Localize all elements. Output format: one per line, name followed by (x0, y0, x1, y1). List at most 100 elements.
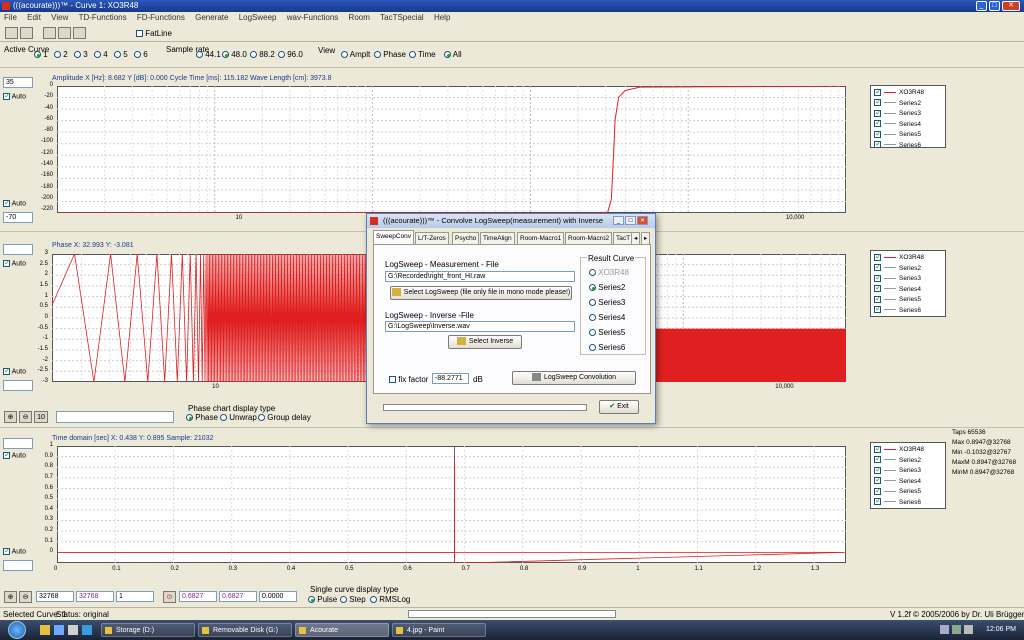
menu-td-functions[interactable]: TD-Functions (79, 13, 127, 22)
fix-factor-field[interactable]: -88.2771 (432, 373, 469, 384)
legend-item[interactable]: Series3 (874, 108, 942, 120)
sample-rate-96[interactable]: 96.0 (278, 50, 303, 59)
close-button[interactable]: ✕ (1002, 1, 1020, 11)
tab-room-macro2[interactable]: Room-Macro2 (565, 232, 613, 244)
result-curve-series2[interactable]: Series2 (589, 283, 625, 292)
time-zoom-in-icon[interactable]: ⊕ (4, 591, 17, 603)
amplitude-chart[interactable] (57, 86, 846, 213)
phase-control-field[interactable] (56, 411, 174, 423)
phase-type-phase[interactable]: Phase (186, 413, 218, 422)
time-field-2[interactable]: 32768 (76, 591, 114, 602)
tab-sweepconv[interactable]: SweepConv (373, 230, 415, 244)
amplitude-top-field[interactable]: 35 (3, 77, 33, 88)
view-phase[interactable]: Phase (374, 50, 406, 59)
inverse-path-field[interactable]: G:\LogSweep\Inverse.wav (385, 321, 575, 332)
zoom-out-icon[interactable]: ⊖ (19, 411, 32, 423)
tab-lt-zeros[interactable]: L/T-Zeros (415, 232, 449, 244)
maximize-button[interactable]: □ (989, 1, 1000, 11)
quicklaunch-icon[interactable] (54, 625, 64, 635)
legend-item[interactable]: Series2 (874, 262, 942, 275)
reset-icon[interactable]: ⊙ (163, 591, 176, 603)
dialog-close-button[interactable]: ✕ (637, 216, 648, 225)
logsweep-convolution-button[interactable]: LogSweep Convolution (512, 371, 636, 385)
active-curve-3[interactable]: 3 (74, 50, 88, 59)
phase-auto-top[interactable]: Auto (3, 258, 26, 267)
view-amplt[interactable]: Amplt (341, 50, 370, 59)
fix-factor-checkbox[interactable] (389, 376, 396, 384)
phase-auto-bottom[interactable]: Auto (3, 366, 26, 375)
result-curve-series3[interactable]: Series3 (589, 298, 625, 307)
menu-fd-functions[interactable]: FD-Functions (137, 13, 185, 22)
fatline-toggle[interactable]: FatLine (136, 29, 172, 38)
view-all[interactable]: All (444, 50, 462, 59)
time-top-field[interactable] (3, 438, 33, 449)
taskbar-item-paint[interactable]: 4.jpg - Paint (392, 623, 486, 637)
time-field-4[interactable]: 0.6827 (179, 591, 217, 602)
tab-psycho[interactable]: Psycho (452, 232, 480, 244)
legend-item[interactable]: Series5 (874, 129, 942, 141)
phase-type-unwrap[interactable]: Unwrap (220, 413, 257, 422)
active-curve-6[interactable]: 6 (134, 50, 148, 59)
menu-file[interactable]: File (4, 13, 17, 22)
phase-zoom-value[interactable]: 10 (34, 411, 48, 423)
legend-item[interactable]: Series2 (874, 97, 942, 110)
sample-rate-48[interactable]: 48.0 (222, 50, 247, 59)
menu-view[interactable]: View (51, 13, 68, 22)
clock[interactable]: 12:06 PM (986, 626, 1016, 633)
amplitude-auto-top[interactable]: Auto (3, 91, 26, 100)
time-auto-bottom[interactable]: Auto (3, 546, 26, 555)
menu-generate[interactable]: Generate (195, 13, 228, 22)
time-bottom-field[interactable] (3, 560, 33, 571)
tray-icon[interactable] (940, 625, 949, 634)
quicklaunch-icon[interactable] (68, 625, 78, 635)
legend-item[interactable]: XO3R48 (874, 252, 942, 264)
dialog-maximize-button[interactable]: □ (625, 216, 636, 225)
legend-item[interactable]: Series2 (874, 454, 942, 467)
tab-room-macro1[interactable]: Room-Macro1 (517, 232, 565, 244)
result-curve-xo3r48[interactable]: XO3R48 (589, 268, 629, 277)
time-field-3[interactable]: 1 (116, 591, 154, 602)
sample-rate-44[interactable]: 44.1 (196, 50, 221, 59)
result-curve-series6[interactable]: Series6 (589, 343, 625, 352)
amplitude-bottom-field[interactable]: -70 (3, 212, 33, 223)
legend-item[interactable]: XO3R48 (874, 87, 942, 99)
legend-item[interactable]: Series6 (874, 139, 942, 152)
result-curve-series4[interactable]: Series4 (589, 313, 625, 322)
result-curve-series5[interactable]: Series5 (589, 328, 625, 337)
time-chart[interactable] (57, 446, 846, 563)
tab-timealign[interactable]: TimeAlign (480, 232, 515, 244)
active-curve-2[interactable]: 2 (54, 50, 68, 59)
dialog-minimize-button[interactable]: _ (613, 216, 624, 225)
fatline-checkbox[interactable] (136, 30, 143, 38)
legend-item[interactable]: Series5 (874, 294, 942, 306)
time-field-5[interactable]: 0.6827 (219, 591, 257, 602)
legend-item[interactable]: Series3 (874, 273, 942, 285)
active-curve-1[interactable]: 1 (34, 50, 48, 59)
menu-tactspecial[interactable]: TacTSpecial (380, 13, 424, 22)
time-field-1[interactable]: 32768 (36, 591, 74, 602)
save-icon[interactable] (20, 27, 33, 39)
amplitude-auto-bottom[interactable]: Auto (3, 198, 26, 207)
menu-logsweep[interactable]: LogSweep (239, 13, 277, 22)
legend-item[interactable]: Series4 (874, 283, 942, 296)
tab-scroll-left-icon[interactable]: ◂ (631, 232, 640, 244)
sample-rate-88[interactable]: 88.2 (250, 50, 275, 59)
active-curve-5[interactable]: 5 (114, 50, 128, 59)
quicklaunch-icon[interactable] (40, 625, 50, 635)
measurement-path-field[interactable]: G:\Recorded\right_front_HI.raw (385, 271, 575, 282)
minimize-button[interactable]: _ (976, 1, 987, 11)
exit-button[interactable]: ✔ Exit (599, 400, 639, 414)
single-curve-step[interactable]: Step (340, 595, 366, 604)
menu-wav-functions[interactable]: wav-Functions (287, 13, 339, 22)
phase-type-group-delay[interactable]: Group delay (258, 413, 311, 422)
tab-scroll-right-icon[interactable]: ▸ (641, 232, 650, 244)
time-zoom-out-icon[interactable]: ⊖ (19, 591, 32, 603)
single-curve-rmslog[interactable]: RMSLog (370, 595, 410, 604)
view-time[interactable]: Time (409, 50, 436, 59)
start-button[interactable] (8, 621, 26, 639)
legend-item[interactable]: XO3R48 (874, 444, 942, 456)
zoom-in-icon[interactable]: ⊕ (4, 411, 17, 423)
eraser-icon[interactable] (73, 27, 86, 39)
menu-room[interactable]: Room (349, 13, 370, 22)
time-field-6[interactable]: 0.0000 (259, 591, 297, 602)
